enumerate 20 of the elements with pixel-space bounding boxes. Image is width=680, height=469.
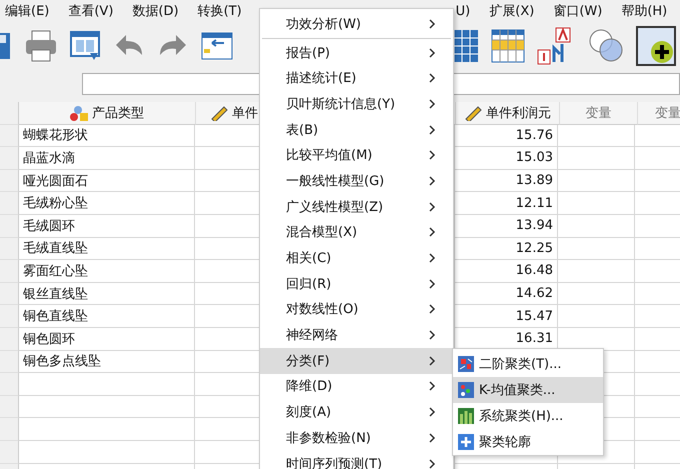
table-cell: 铜色圆环 bbox=[19, 328, 195, 351]
table-cell: 铜色多点线坠 bbox=[19, 350, 195, 374]
table-cell: 哑光圆面石 bbox=[19, 170, 195, 192]
table-cell: 蝴蝶花形状 bbox=[19, 124, 195, 148]
table-cell: 铜色直线坠 bbox=[19, 305, 195, 328]
table-cell: 13.94 bbox=[455, 214, 558, 238]
table-cell: 13.89 bbox=[455, 170, 558, 192]
table-cell: 毛绒圆环 bbox=[19, 214, 195, 238]
table-cell: 15.76 bbox=[455, 124, 558, 148]
table-cell: 银丝直线坠 bbox=[19, 282, 195, 306]
table-cell: 15.47 bbox=[455, 305, 558, 328]
table-cell: 毛绒粉心坠 bbox=[19, 192, 195, 215]
table-cell: 12.11 bbox=[455, 192, 558, 215]
table-cell: 毛绒直线坠 bbox=[19, 238, 195, 260]
table-cell: 雾面红心坠 bbox=[19, 260, 195, 283]
table-cell: 晶蓝水滴 bbox=[19, 147, 195, 170]
table-cell: 16.48 bbox=[455, 260, 558, 283]
table-cell: 12.25 bbox=[455, 238, 558, 260]
table-cell: 15.03 bbox=[455, 147, 558, 170]
table-cell: 14.62 bbox=[455, 282, 558, 306]
